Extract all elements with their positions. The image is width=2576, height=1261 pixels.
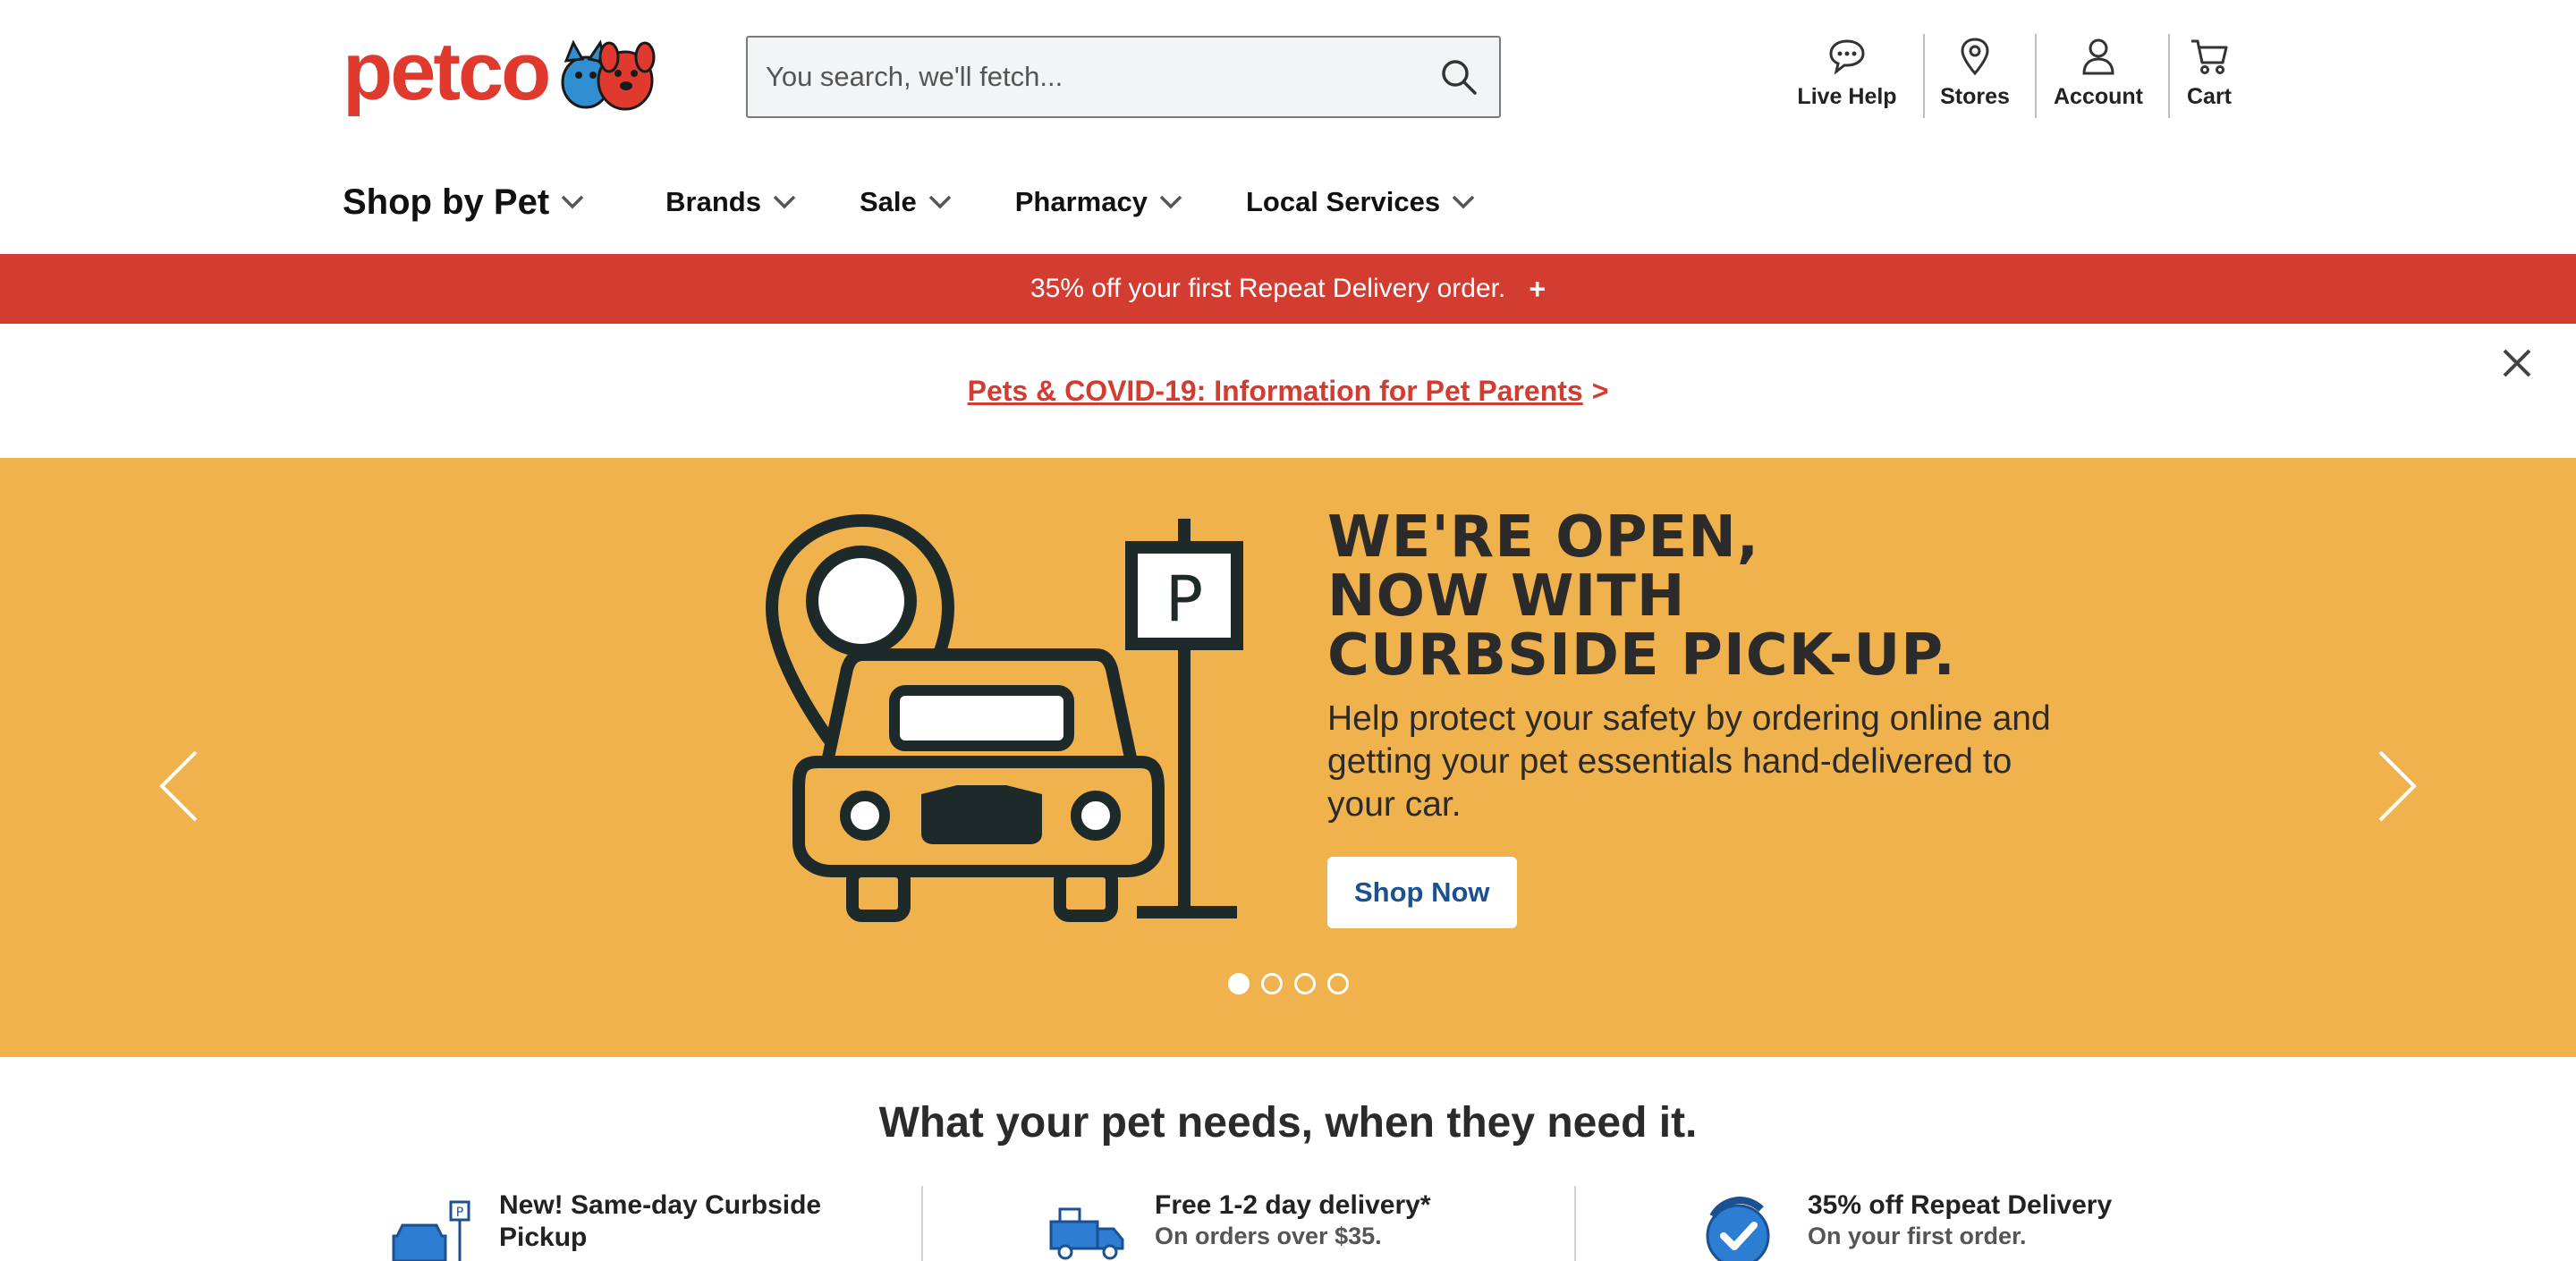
cart-link[interactable]: Cart bbox=[2182, 36, 2236, 118]
carousel-dot-2[interactable] bbox=[1261, 973, 1283, 994]
chevron-down-icon bbox=[561, 195, 584, 209]
map-pin-icon bbox=[1961, 38, 1989, 76]
site-header: petco Live Help bbox=[0, 0, 2576, 152]
feature-title: 35% off Repeat Delivery bbox=[1808, 1190, 2113, 1220]
promo-banner[interactable]: 35% off your first Repeat Delivery order… bbox=[0, 254, 2576, 324]
delivery-truck-icon bbox=[1049, 1207, 1124, 1260]
stores-link[interactable]: Stores bbox=[1939, 36, 2011, 118]
account-label: Account bbox=[2054, 84, 2143, 109]
hero-copy: WE'RE OPEN, NOW WITH CURBSIDE PICK-UP. H… bbox=[1327, 508, 2132, 928]
notice-arrow: > bbox=[1591, 374, 1609, 407]
search-icon bbox=[1442, 60, 1477, 95]
covid-info-link[interactable]: Pets & COVID-19: Information for Pet Par… bbox=[968, 375, 1583, 408]
chat-bubble-icon bbox=[1829, 39, 1865, 75]
feature-subtitle: On orders over $35. bbox=[1155, 1223, 1382, 1249]
chevron-down-icon bbox=[1159, 195, 1182, 209]
feature-curbside[interactable]: P New! Same-day Curbside Pickup bbox=[386, 1189, 857, 1261]
feature-title: New! Same-day Curbside Pickup bbox=[499, 1190, 822, 1252]
curbside-car-illustration: P bbox=[765, 513, 1243, 922]
nav-local-services[interactable]: Local Services bbox=[1246, 186, 1476, 218]
chevron-down-icon bbox=[1452, 195, 1475, 209]
live-help-label: Live Help bbox=[1797, 84, 1897, 109]
hero-title-line: CURBSIDE PICK-UP. bbox=[1327, 622, 1956, 689]
promo-text: 35% off your first Repeat Delivery order… bbox=[1030, 274, 1506, 303]
divider bbox=[1923, 34, 1925, 118]
hero-title-line: WE'RE OPEN, bbox=[1327, 504, 1760, 571]
carousel-pagination bbox=[1228, 973, 1360, 994]
search-button[interactable] bbox=[1419, 38, 1499, 116]
feature-repeat-delivery[interactable]: 35% off Repeat Delivery On your first or… bbox=[1695, 1189, 2112, 1261]
feature-title: Free 1-2 day delivery* bbox=[1155, 1190, 1431, 1220]
main-nav: Shop by Pet Brands Sale Pharmacy Local S… bbox=[343, 175, 1547, 229]
user-icon bbox=[2082, 38, 2114, 75]
parking-sign-letter: P bbox=[1165, 563, 1203, 636]
shop-now-button[interactable]: Shop Now bbox=[1327, 857, 1517, 928]
nav-label: Local Services bbox=[1245, 186, 1441, 217]
divider bbox=[921, 1186, 923, 1261]
divider bbox=[1574, 1186, 1576, 1261]
section-title: What your pet needs, when they need it. bbox=[878, 1099, 1698, 1147]
search-input[interactable] bbox=[748, 38, 1419, 116]
covid-notice: Pets & COVID-19: Information for Pet Par… bbox=[0, 324, 2576, 458]
hero-title: WE'RE OPEN, NOW WITH CURBSIDE PICK-UP. bbox=[1327, 508, 2132, 685]
close-icon[interactable] bbox=[2499, 345, 2535, 381]
nav-label: Brands bbox=[665, 186, 761, 217]
hero-title-line: NOW WITH bbox=[1327, 563, 1686, 630]
account-link[interactable]: Account bbox=[2051, 36, 2146, 118]
nav-brands[interactable]: Brands bbox=[665, 186, 797, 218]
carousel-dot-1[interactable] bbox=[1228, 973, 1250, 994]
carousel-next-arrow-icon[interactable] bbox=[2375, 749, 2419, 824]
curbside-pickup-icon: P bbox=[392, 1200, 470, 1261]
carousel-dot-4[interactable] bbox=[1327, 973, 1349, 994]
pets-mascot-icon bbox=[561, 39, 656, 111]
chevron-down-icon bbox=[773, 195, 796, 209]
live-help-link[interactable]: Live Help bbox=[1797, 36, 1897, 118]
carousel-prev-arrow-icon[interactable] bbox=[157, 749, 201, 824]
nav-shop-by-pet[interactable]: Shop by Pet bbox=[343, 182, 585, 223]
expand-plus-icon[interactable]: + bbox=[1529, 273, 1546, 306]
hero-body-text: Help protect your safety by ordering onl… bbox=[1327, 699, 2051, 824]
carousel-dot-3[interactable] bbox=[1294, 973, 1316, 994]
cart-icon bbox=[2191, 39, 2228, 74]
repeat-delivery-check-icon bbox=[1706, 1197, 1770, 1261]
divider bbox=[2035, 34, 2037, 118]
nav-pharmacy[interactable]: Pharmacy bbox=[1015, 186, 1183, 218]
feature-free-delivery[interactable]: Free 1-2 day delivery* On orders over $3… bbox=[1042, 1189, 1431, 1261]
logo-wordmark: petco bbox=[343, 26, 551, 117]
petco-logo[interactable]: petco bbox=[343, 30, 674, 113]
cart-label: Cart bbox=[2186, 84, 2232, 109]
divider bbox=[2168, 34, 2170, 118]
search-bar bbox=[746, 36, 1501, 118]
nav-label: Shop by Pet bbox=[343, 182, 550, 222]
nav-label: Pharmacy bbox=[1014, 186, 1148, 217]
feature-subtitle: On your first order. bbox=[1808, 1223, 2027, 1249]
stores-label: Stores bbox=[1940, 84, 2010, 109]
svg-text:P: P bbox=[456, 1206, 463, 1220]
chevron-down-icon bbox=[928, 195, 951, 209]
nav-sale[interactable]: Sale bbox=[860, 186, 953, 218]
nav-label: Sale bbox=[859, 186, 917, 217]
hero-carousel: P WE'RE OPEN, NOW WITH CURBSIDE PICK-UP.… bbox=[0, 458, 2576, 1057]
